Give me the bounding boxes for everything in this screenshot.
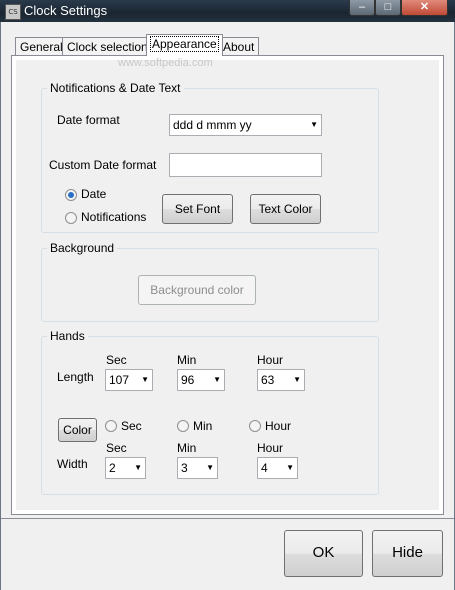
width-sec-header: Sec [106, 441, 127, 455]
chevron-down-icon: ▼ [141, 375, 149, 384]
radio-sec[interactable] [105, 420, 117, 432]
radio-sec-label: Sec [121, 419, 142, 433]
background-color-button[interactable]: Background color [138, 275, 256, 305]
width-sec-value: 2 [109, 461, 116, 475]
length-min-select[interactable]: 96 ▼ [177, 369, 225, 391]
set-font-button[interactable]: Set Font [162, 194, 233, 224]
date-format-label: Date format [57, 113, 120, 127]
radio-date[interactable] [65, 189, 77, 201]
tab-label: Appearance [150, 36, 219, 52]
length-sec-value: 107 [109, 373, 130, 387]
radio-notifications-label: Notifications [81, 210, 147, 224]
radio-hour[interactable] [249, 420, 261, 432]
width-hour-header: Hour [257, 441, 284, 455]
chevron-down-icon: ▼ [206, 463, 214, 472]
chevron-down-icon: ▼ [293, 375, 301, 384]
width-sec-select[interactable]: 2 ▼ [105, 457, 146, 479]
tab-label: About [223, 40, 255, 54]
tab-appearance[interactable]: Appearance [146, 34, 223, 56]
chevron-down-icon: ▼ [134, 463, 142, 472]
length-label: Length [57, 370, 94, 384]
length-hour-header: Hour [257, 353, 284, 367]
chevron-down-icon: ▼ [286, 463, 294, 472]
width-min-select[interactable]: 3 ▼ [177, 457, 218, 479]
minimize-button[interactable]: – [349, 0, 375, 16]
maximize-button[interactable]: □ [375, 0, 401, 16]
width-min-header: Min [177, 441, 197, 455]
window-title: Clock Settings [24, 3, 108, 18]
tab-general[interactable]: General [15, 37, 68, 55]
chevron-down-icon: ▼ [310, 120, 318, 129]
radio-min[interactable] [177, 420, 189, 432]
close-button[interactable]: ✕ [401, 0, 448, 16]
notifications-legend: Notifications & Date Text [47, 81, 184, 95]
radio-hour-label: Hour [265, 419, 292, 433]
length-sec-select[interactable]: 107 ▼ [105, 369, 153, 391]
length-hour-select[interactable]: 63 ▼ [257, 369, 305, 391]
length-min-header: Min [177, 353, 197, 367]
length-sec-header: Sec [106, 353, 127, 367]
ok-button[interactable]: OK [284, 530, 363, 577]
background-legend: Background [47, 241, 118, 255]
width-hour-select[interactable]: 4 ▼ [257, 457, 298, 479]
date-format-value: ddd d mmm yy [173, 118, 252, 132]
watermark: www.softpedia.com [118, 57, 213, 69]
clock-app-icon: CS [5, 4, 21, 20]
text-color-button[interactable]: Text Color [250, 194, 321, 224]
tab-label: General [20, 40, 63, 54]
length-min-value: 96 [181, 373, 195, 387]
width-label: Width [57, 457, 88, 471]
width-hour-value: 4 [261, 461, 268, 475]
radio-notifications[interactable] [65, 212, 77, 224]
date-format-select[interactable]: ddd d mmm yy ▼ [169, 114, 322, 136]
radio-min-label: Min [193, 419, 213, 433]
length-hour-value: 63 [261, 373, 275, 387]
chevron-down-icon: ▼ [213, 375, 221, 384]
tab-label: Clock selection [67, 40, 148, 54]
custom-date-format-label: Custom Date format [49, 158, 157, 172]
tab-about[interactable]: About [218, 37, 260, 55]
title-bar: CS Clock Settings – □ ✕ [0, 0, 455, 22]
hand-color-button[interactable]: Color [58, 418, 97, 442]
hands-legend: Hands [47, 329, 88, 343]
width-min-value: 3 [181, 461, 188, 475]
tab-clock-selection[interactable]: Clock selection [62, 37, 153, 55]
radio-date-label: Date [81, 187, 107, 201]
custom-date-format-input[interactable] [169, 153, 322, 177]
hide-button[interactable]: Hide [372, 530, 443, 577]
